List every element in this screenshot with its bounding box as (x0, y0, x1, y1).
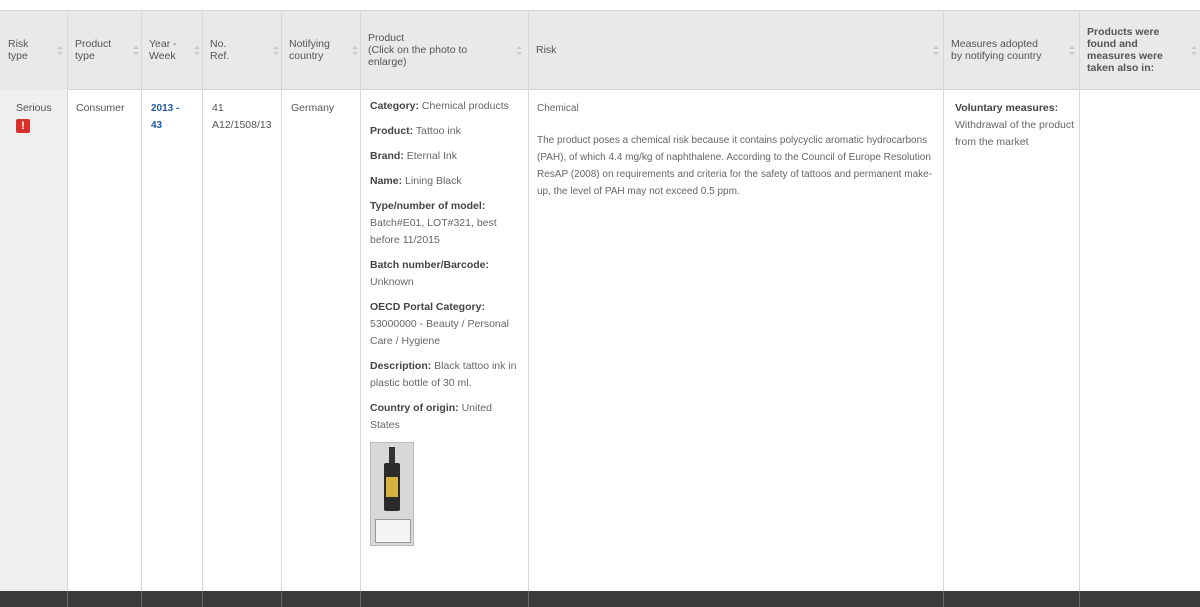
detail-oecd: OECD Portal Category: 53000000 - Beauty … (370, 301, 509, 347)
risk-type-text: Serious (16, 102, 52, 114)
footer-divider (67, 591, 68, 607)
product-details: Category: Chemical products Product: Tat… (370, 98, 522, 546)
column-divider (281, 10, 282, 607)
detail-batch: Batch number/Barcode: Unknown (370, 259, 490, 288)
ref-number: 41 (212, 102, 224, 114)
column-divider (943, 10, 944, 607)
column-divider (360, 10, 361, 607)
risk-category: Chemical (537, 103, 579, 114)
sort-icon[interactable] (272, 46, 280, 56)
column-divider (67, 10, 68, 607)
table-header: Risk type Product type Year - Week No. R… (0, 10, 1200, 90)
sort-icon[interactable] (56, 46, 64, 56)
detail-product: Product: Tattoo ink (370, 125, 461, 137)
product-type-cell: Consumer (76, 102, 125, 114)
footer-divider (528, 591, 529, 607)
sort-icon[interactable] (515, 46, 523, 56)
detail-brand: Brand: Eternal Ink (370, 150, 457, 162)
measures-cell: Voluntary measures: Withdrawal of the pr… (955, 100, 1075, 151)
product-photo[interactable] (370, 442, 414, 546)
footer-divider (943, 591, 944, 607)
header-risk[interactable]: Risk (528, 11, 943, 89)
bottle-cap (389, 447, 395, 463)
ref-cell: 41 A12/1508/13 (212, 100, 272, 134)
column-divider (1079, 10, 1080, 607)
detail-origin: Country of origin: United States (370, 402, 492, 431)
ref-code: A12/1508/13 (212, 119, 272, 131)
header-also-found-in[interactable]: Products were found and measures were ta… (1079, 11, 1200, 89)
column-divider (202, 10, 203, 607)
footer-divider (202, 591, 203, 607)
sort-icon[interactable] (132, 46, 140, 56)
risk-description: The product poses a chemical risk becaus… (537, 135, 933, 197)
header-notifying-country[interactable]: Notifying country (281, 11, 360, 89)
header-product-type[interactable]: Product type (67, 11, 141, 89)
sort-icon[interactable] (932, 46, 940, 56)
header-ref-no[interactable]: No. Ref. (202, 11, 281, 89)
risk-type-cell: Serious ! (16, 100, 52, 133)
sort-icon[interactable] (1190, 46, 1198, 56)
detail-category: Category: Chemical products (370, 100, 509, 112)
bottle-label (386, 477, 398, 497)
sort-icon[interactable] (351, 46, 359, 56)
detail-description: Description: Black tattoo ink in plastic… (370, 360, 517, 389)
year-week-link-week[interactable]: 43 (151, 117, 179, 134)
column-divider (141, 10, 142, 607)
footer-divider (281, 591, 282, 607)
measures-text: Withdrawal of the product from the marke… (955, 119, 1075, 148)
footer-divider (141, 591, 142, 607)
warning-icon: ! (16, 119, 30, 133)
footer-divider (1079, 591, 1080, 607)
header-measures[interactable]: Measures adopted by notifying country (943, 11, 1079, 89)
measures-title: Voluntary measures: (955, 102, 1059, 114)
footer-divider (360, 591, 361, 607)
detail-model: Type/number of model: Batch#E01, LOT#321… (370, 200, 497, 246)
country-cell: Germany (291, 102, 335, 114)
year-week-cell[interactable]: 2013 - 43 (151, 100, 179, 134)
sort-icon[interactable] (1068, 46, 1076, 56)
header-product[interactable]: Product (Click on the photo to enlarge) (360, 11, 528, 89)
risk-cell: Chemical The product poses a chemical ri… (537, 100, 935, 200)
detail-name: Name: Lining Black (370, 175, 462, 187)
rapex-table: Risk type Product type Year - Week No. R… (0, 0, 1200, 607)
sort-icon[interactable] (193, 46, 201, 56)
year-week-link[interactable]: 2013 - (151, 100, 179, 117)
table-footer (0, 591, 1200, 607)
risk-type-cell-bg (0, 89, 67, 591)
barcode-sticker (375, 519, 411, 543)
column-divider (528, 10, 529, 607)
